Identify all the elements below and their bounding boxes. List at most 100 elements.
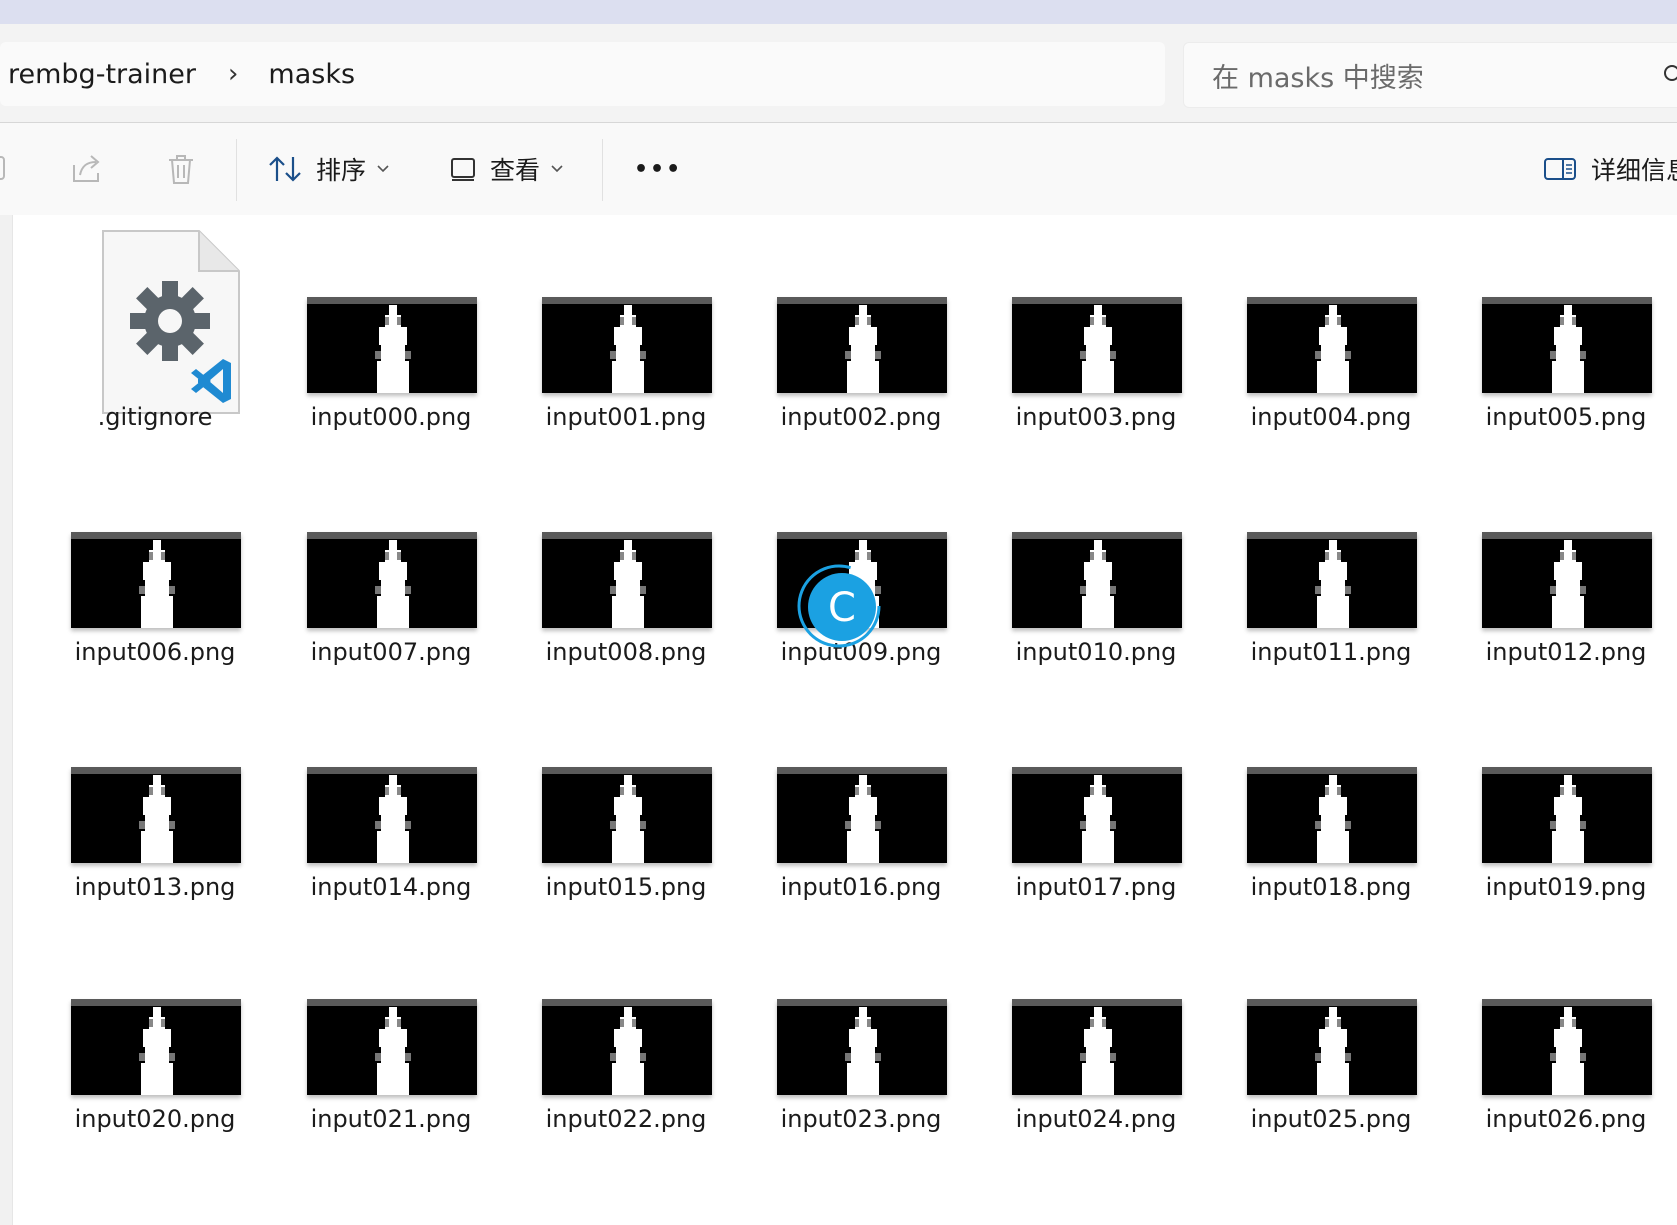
image-thumbnail [1247,999,1417,1095]
file-name-label: input008.png [545,638,707,666]
image-thumbnail [1482,999,1652,1095]
image-thumbnail [1482,297,1652,393]
file-item[interactable]: input008.png [516,460,736,666]
image-thumbnail [542,767,712,863]
breadcrumb-chevron-icon[interactable]: › [204,59,260,89]
image-thumbnail [542,297,712,393]
breadcrumb[interactable]: rembg-trainer › masks [0,42,1165,106]
file-name-label: input018.png [1250,873,1412,901]
file-item[interactable]: input019.png [1456,695,1676,901]
image-thumbnail [1012,297,1182,393]
file-grid: .gitignore input000.png input001.png input0… [0,215,1677,1225]
file-item[interactable]: input005.png [1456,225,1676,431]
view-label: 查看 [490,156,541,185]
details-pane-icon [1544,158,1576,180]
file-item[interactable]: .gitignore [45,225,265,431]
file-item[interactable]: input020.png [45,927,265,1133]
file-name-label: input023.png [780,1105,942,1133]
image-thumbnail [71,532,241,628]
more-options-icon: ••• [634,156,683,182]
file-name-label: input002.png [780,403,942,431]
image-thumbnail [1012,999,1182,1095]
file-name-label: input011.png [1250,638,1412,666]
search-placeholder[interactable]: 在 masks 中搜索 [1212,56,1424,95]
image-thumbnail [542,532,712,628]
file-item[interactable]: input004.png [1221,225,1441,431]
spinner-letter: C [828,585,856,631]
file-name-label: input022.png [545,1105,707,1133]
image-thumbnail [1482,532,1652,628]
view-button[interactable]: 查看 [450,147,564,191]
file-item[interactable]: input000.png [281,225,501,431]
image-thumbnail [71,999,241,1095]
file-item[interactable]: input003.png [986,225,1206,431]
details-button[interactable]: 详细信息 [1543,147,1677,191]
file-name-label: input007.png [310,638,472,666]
image-thumbnail [71,767,241,863]
file-item[interactable]: input006.png [45,460,265,666]
file-name-label: input025.png [1250,1105,1412,1133]
file-item[interactable]: input017.png [986,695,1206,901]
file-name-label: input021.png [310,1105,472,1133]
loading-spinner-overlay: C [797,564,881,648]
file-name-label: input006.png [74,638,236,666]
more-options-button[interactable]: ••• [634,147,682,191]
file-item[interactable]: input012.png [1456,460,1676,666]
file-item[interactable]: input002.png [751,225,971,431]
file-name-label: input024.png [1015,1105,1177,1133]
breadcrumb-item-rembg-trainer[interactable]: rembg-trainer [0,59,204,90]
image-thumbnail [1247,767,1417,863]
file-name-label: input010.png [1015,638,1177,666]
file-name-label: input013.png [74,873,236,901]
image-thumbnail [777,999,947,1095]
file-item[interactable]: input016.png [751,695,971,901]
file-item[interactable]: input010.png [986,460,1206,666]
image-thumbnail [1012,767,1182,863]
file-item[interactable]: input022.png [516,927,736,1133]
file-item[interactable]: input025.png [1221,927,1441,1133]
image-thumbnail [1247,532,1417,628]
trash-icon[interactable] [166,153,196,185]
toolbar-divider [602,139,603,201]
file-item[interactable]: input014.png [281,695,501,901]
address-bar: rembg-trainer › masks 在 masks 中搜索 [0,24,1677,122]
image-thumbnail [777,767,947,863]
image-thumbnail [1482,767,1652,863]
file-item[interactable]: input013.png [45,695,265,901]
image-thumbnail [1012,532,1182,628]
share-icon[interactable] [70,153,104,185]
file-name-label: input001.png [545,403,707,431]
file-item[interactable]: input026.png [1456,927,1676,1133]
file-item[interactable]: input001.png [516,225,736,431]
file-item[interactable]: input018.png [1221,695,1441,901]
file-item[interactable]: input024.png [986,927,1206,1133]
file-name-label: input003.png [1015,403,1177,431]
search-box[interactable]: 在 masks 中搜索 [1183,42,1677,108]
command-bar: 排序 查看 ••• 详细信息 [0,122,1677,216]
image-thumbnail [1247,297,1417,393]
file-name-label: input000.png [310,403,472,431]
file-item[interactable]: input007.png [281,460,501,666]
file-name-label: input014.png [310,873,472,901]
breadcrumb-item-masks[interactable]: masks [260,59,363,90]
file-item[interactable]: input023.png [751,927,971,1133]
file-name-label: input004.png [1250,403,1412,431]
details-label: 详细信息 [1591,156,1677,185]
navigation-pane-edge [0,215,13,1225]
file-item[interactable]: input015.png [516,695,736,901]
file-name-label: input020.png [74,1105,236,1133]
copy-icon[interactable] [0,153,10,183]
sort-button[interactable]: 排序 [268,147,390,191]
search-icon[interactable] [1662,63,1677,87]
file-item[interactable]: input011.png [1221,460,1441,666]
image-thumbnail [307,297,477,393]
view-square-icon [451,158,475,181]
file-name-label: input019.png [1485,873,1647,901]
image-thumbnail [307,532,477,628]
image-thumbnail [307,999,477,1095]
file-item[interactable]: input021.png [281,927,501,1133]
sort-label: 排序 [316,156,367,185]
file-name-label: input017.png [1015,873,1177,901]
chevron-down-icon [551,165,563,173]
file-name-label: input005.png [1485,403,1647,431]
